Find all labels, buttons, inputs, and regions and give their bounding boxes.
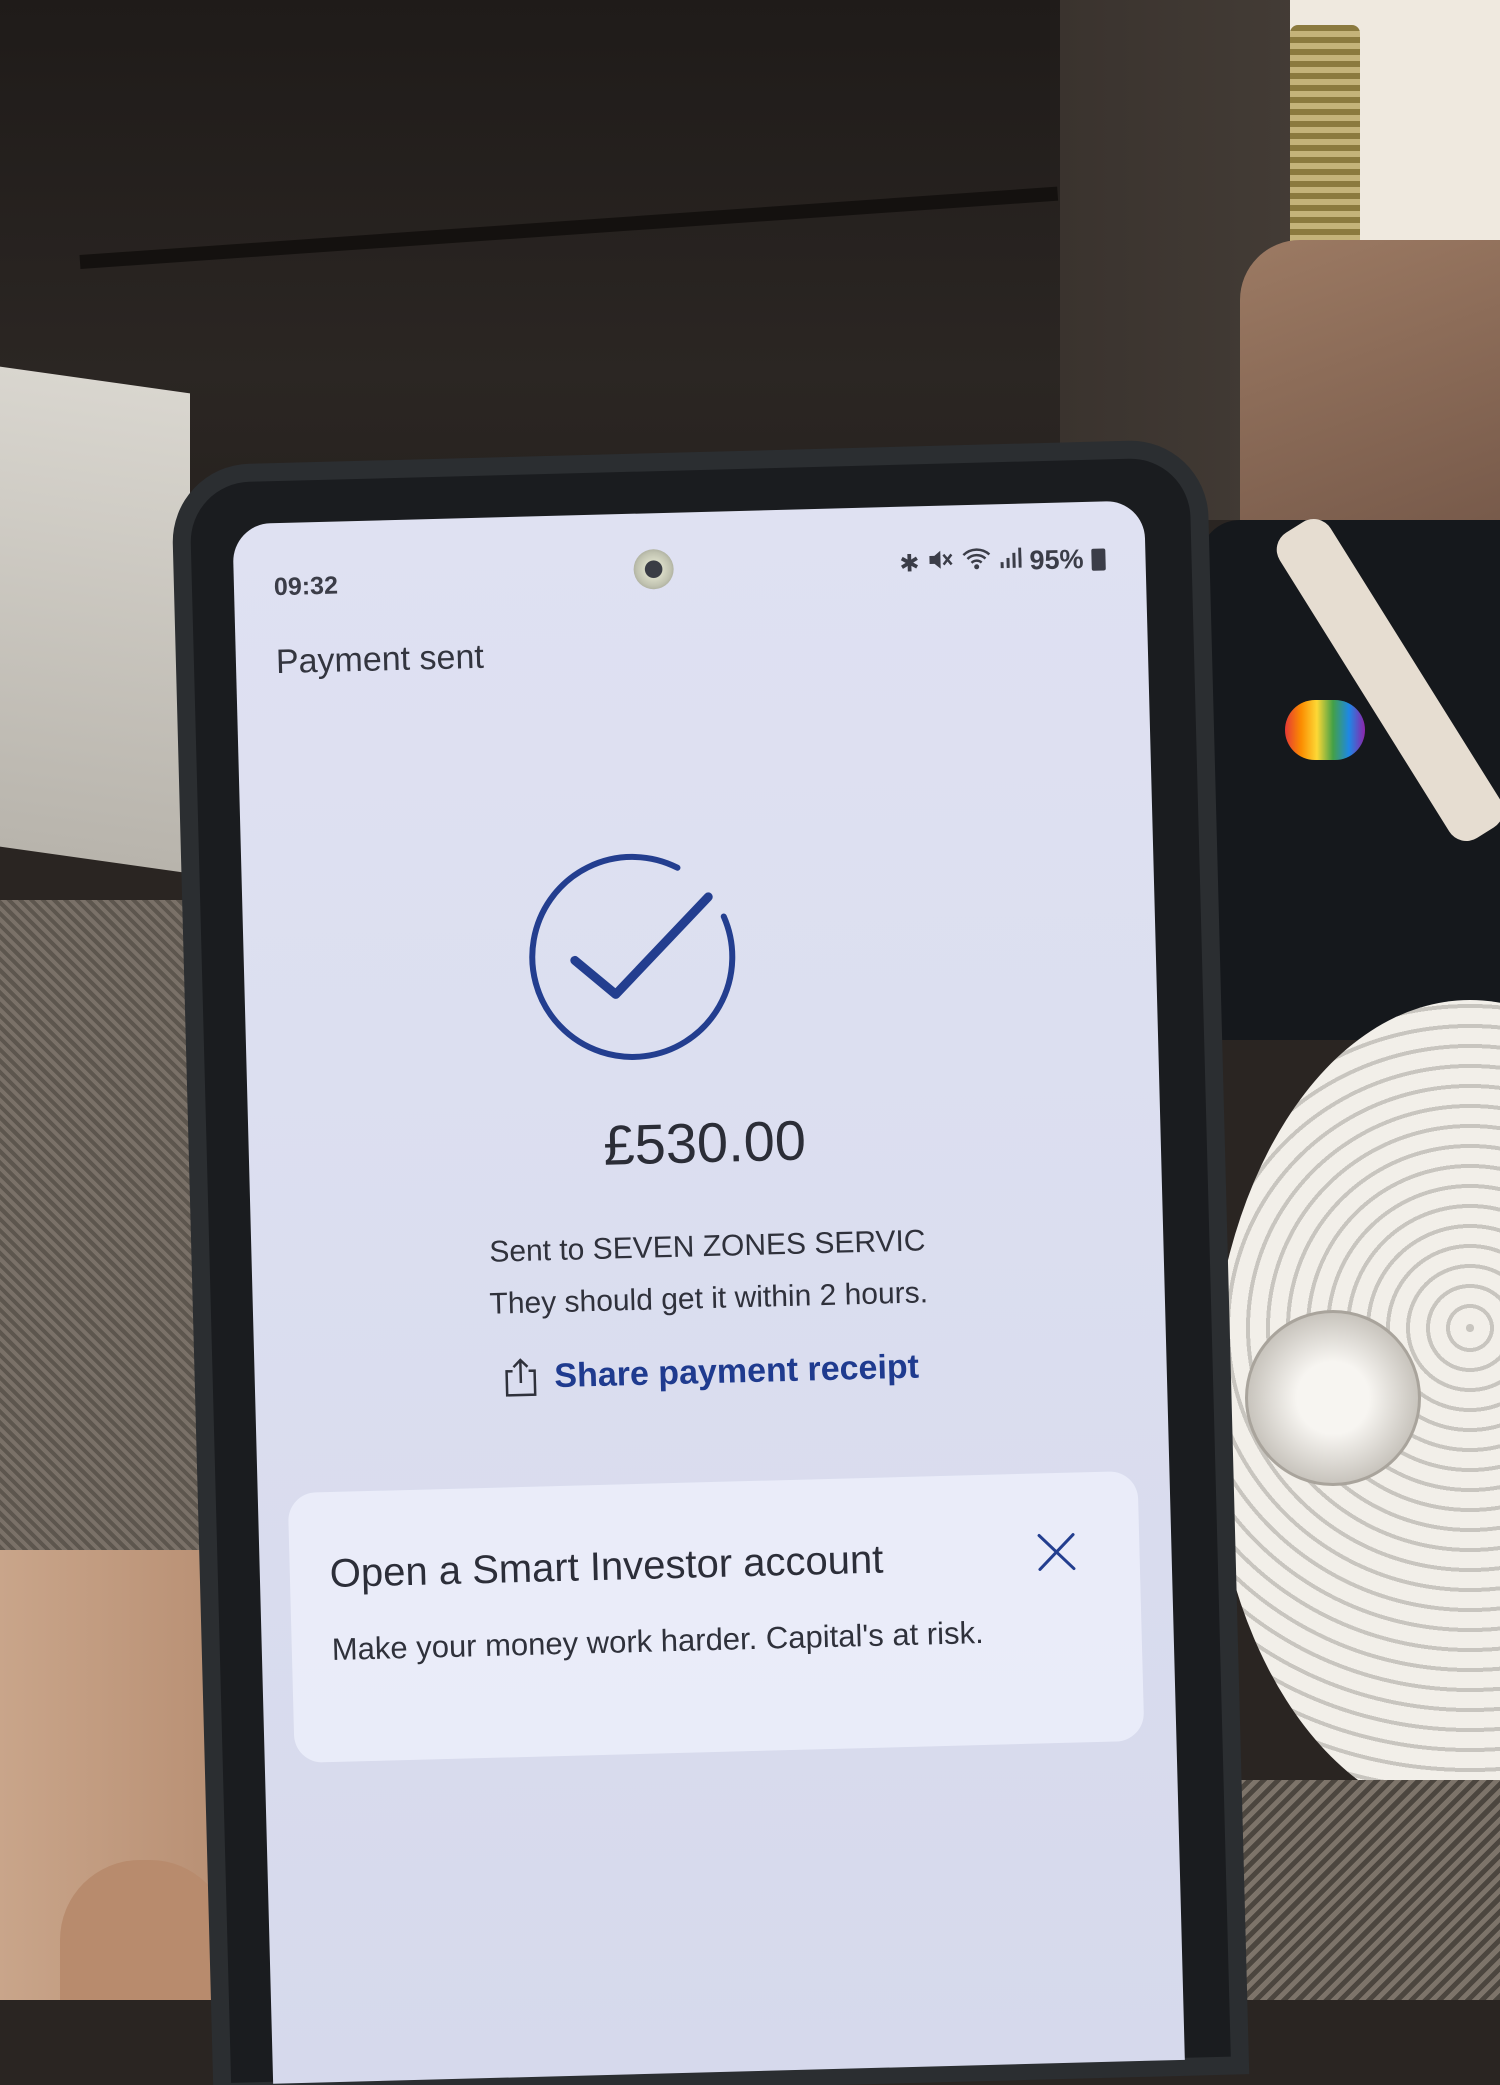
phone-screen: 09:32 ✱ 95% Payment sent £530.00 Sent to…: [232, 500, 1185, 2084]
fan-hub: [1245, 1310, 1421, 1486]
battery-percent: 95%: [1029, 543, 1084, 576]
promo-card[interactable]: Open a Smart Investor account Make your …: [287, 1470, 1145, 1764]
wifi-icon: [961, 546, 992, 578]
battery-icon: [1091, 547, 1106, 571]
mute-icon: [927, 547, 954, 579]
status-time: 09:32: [273, 571, 339, 602]
bluetooth-icon: ✱: [899, 550, 920, 578]
eta-text: They should get it within 2 hours.: [489, 1276, 929, 1321]
camera-icon: [633, 548, 675, 590]
thumb: [60, 1860, 230, 2000]
share-icon: [504, 1358, 537, 1397]
check-circle-icon: [529, 853, 736, 1060]
status-icons: ✱ 95%: [899, 543, 1106, 579]
payment-amount: £530.00: [602, 1108, 807, 1177]
share-receipt-label: Share payment receipt: [553, 1347, 920, 1395]
recipient-text: Sent to SEVEN ZONES SERVIC: [488, 1224, 926, 1269]
share-receipt-button[interactable]: Share payment receipt: [254, 1340, 1167, 1404]
phone: 09:32 ✱ 95% Payment sent £530.00 Sent to…: [189, 457, 1231, 2084]
rainbow-badge: [1285, 700, 1365, 760]
promo-title: Open a Smart Investor account: [329, 1537, 884, 1597]
promo-subtitle: Make your money work harder. Capital's a…: [331, 1614, 985, 1668]
signal-icon: [999, 546, 1022, 578]
lamp: [0, 366, 190, 874]
close-icon[interactable]: [1033, 1528, 1080, 1575]
page-title: Payment sent: [275, 637, 485, 682]
floor: [1210, 1780, 1500, 2000]
